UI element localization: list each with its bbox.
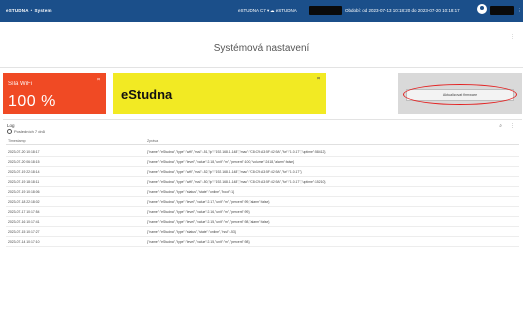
device-card-menu-icon[interactable]: ⌗: [317, 76, 320, 82]
wifi-card-menu-icon[interactable]: ⌗: [97, 77, 100, 83]
log-panel: Log ⌕ ⋮ Posledních 7 dnů Timestamp Zpráv…: [3, 119, 522, 261]
row-message: {"name":"eStudna","type":"level","value"…: [147, 220, 270, 224]
table-row[interactable]: 2023-07-16 10:17:41 {"name":"eStudna","ty…: [6, 217, 519, 227]
table-row[interactable]: 2023-07-19 18:18:11 {"name":"eStudna","ty…: [6, 177, 519, 187]
search-icon[interactable]: ⌕: [499, 123, 502, 129]
row-timestamp: 2023-07-15 10:17:27: [8, 230, 40, 234]
row-message: {"name":"eStudna","type":"wifi","rssi":-…: [147, 150, 326, 154]
row-message: {"name":"eStudna","type":"wifi","rssi":-…: [147, 180, 326, 184]
row-message: {"name":"eStudna","type":"level","value"…: [147, 160, 295, 164]
log-title: Log: [7, 123, 15, 128]
log-table-header: Timestamp Zpráva: [6, 137, 519, 145]
row-timestamp: 2023-07-20 10:18:17: [8, 150, 40, 154]
redacted-account: [490, 6, 514, 15]
clock-icon: [7, 129, 12, 134]
user-avatar-icon[interactable]: [477, 4, 487, 14]
row-timestamp: 2023-07-19 18:18:11: [8, 180, 40, 184]
log-period[interactable]: Posledních 7 dnů: [7, 129, 45, 134]
row-message: {"name":"eStudna","type":"status","state…: [147, 230, 236, 234]
page-title: Systémová nastavení: [213, 43, 310, 54]
row-message: {"name":"eStudna","type":"status","state…: [147, 190, 235, 194]
table-row[interactable]: 2023-07-14 10:17:10 {"name":"eStudna","ty…: [6, 237, 519, 247]
app-brand[interactable]: eSTUDNA • System: [6, 8, 52, 13]
highlight-ring: [403, 84, 517, 105]
device-name: eStudna: [121, 87, 173, 102]
wifi-strength-card: Síla WiFi 100 % ⌗: [3, 73, 106, 114]
table-row[interactable]: 2023-07-19 10:18:06 {"name":"eStudna","ty…: [6, 187, 519, 197]
row-timestamp: 2023-07-16 10:17:41: [8, 220, 40, 224]
wifi-strength-label: Síla WiFi: [8, 81, 32, 87]
row-timestamp: 2023-07-18 22:18:02: [8, 200, 40, 204]
top-navigation-bar: eSTUDNA • System eSTUDNA C7 ▾ ☁ eSTUDNA Ob…: [0, 0, 523, 22]
row-message: {"name":"eStudna","type":"level","value"…: [147, 210, 250, 214]
table-row[interactable]: 2023-07-17 10:17:54 {"name":"eStudna","ty…: [6, 207, 519, 217]
log-menu-icon[interactable]: ⋮: [510, 123, 515, 129]
row-message: {"name":"eStudna","type":"level","value"…: [147, 240, 250, 244]
column-header-timestamp[interactable]: Timestamp: [8, 139, 26, 143]
table-row[interactable]: 2023-07-15 10:17:27 {"name":"eStudna","ty…: [6, 227, 519, 237]
row-timestamp: 2023-07-17 10:17:54: [8, 210, 40, 214]
table-row[interactable]: 2023-07-18 22:18:02 {"name":"eStudna","ty…: [6, 197, 519, 207]
device-selector[interactable]: eSTUDNA C7 ▾: [238, 8, 269, 14]
page-header: Systémová nastavení ⋮: [0, 22, 523, 68]
user-device-label[interactable]: ☁ eSTUDNA: [270, 8, 297, 14]
firmware-action-card: Aktualizovat firmware: [398, 73, 522, 114]
column-header-message[interactable]: Zpráva: [147, 139, 158, 143]
wifi-strength-value: 100 %: [8, 93, 56, 110]
table-row[interactable]: 2023-07-20 10:18:17 {"name":"eStudna","ty…: [6, 147, 519, 157]
more-icon[interactable]: ⋮: [517, 8, 522, 14]
table-row[interactable]: 2023-07-19 22:18:14 {"name":"eStudna","ty…: [6, 167, 519, 177]
device-name-card: eStudna ⌗: [113, 73, 326, 114]
row-message: {"name":"eStudna","type":"level","value"…: [147, 200, 270, 204]
table-row[interactable]: 2023-07-20 06:18:15 {"name":"eStudna","ty…: [6, 157, 519, 167]
row-message: {"name":"eStudna","type":"wifi","rssi":-…: [147, 170, 302, 174]
log-table-body: 2023-07-20 10:18:17 {"name":"eStudna","ty…: [6, 147, 519, 247]
row-timestamp: 2023-07-20 06:18:15: [8, 160, 40, 164]
period-range[interactable]: Období: od 2023-07-13 10:18:20 do 2023-0…: [345, 8, 460, 13]
row-timestamp: 2023-07-19 10:18:06: [8, 190, 40, 194]
settings-menu-icon[interactable]: ⋮: [510, 34, 515, 40]
redacted-block: [309, 6, 342, 15]
nav-item-system: System: [34, 8, 52, 13]
row-timestamp: 2023-07-19 22:18:14: [8, 170, 40, 174]
row-timestamp: 2023-07-14 10:17:10: [8, 240, 40, 244]
